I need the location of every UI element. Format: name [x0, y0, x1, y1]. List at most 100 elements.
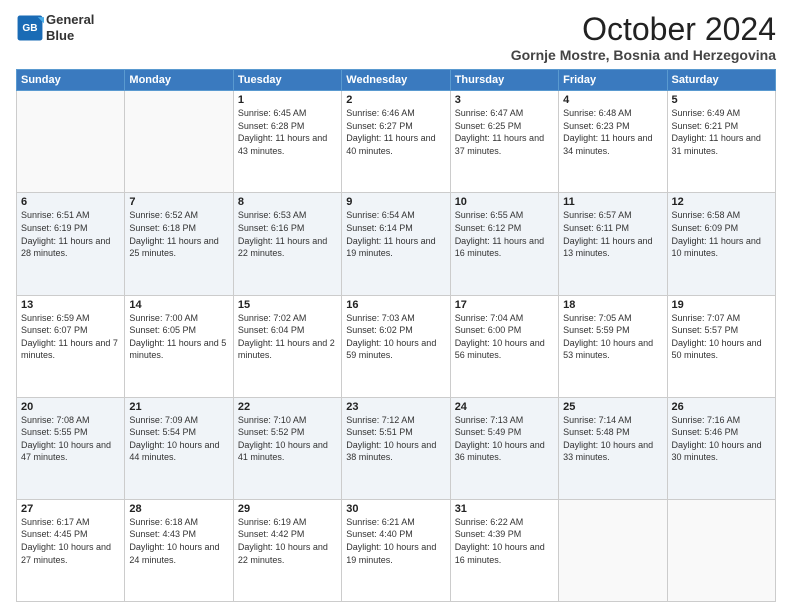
logo-line2: Blue [46, 28, 94, 44]
svg-text:GB: GB [22, 23, 37, 34]
day-number: 18 [563, 299, 662, 311]
calendar-cell: 11Sunrise: 6:57 AM Sunset: 6:11 PM Dayli… [559, 193, 667, 295]
calendar-cell [125, 91, 233, 193]
calendar-cell: 1Sunrise: 6:45 AM Sunset: 6:28 PM Daylig… [233, 91, 341, 193]
cell-info: Sunrise: 7:10 AM Sunset: 5:52 PM Dayligh… [238, 414, 337, 464]
calendar-cell: 26Sunrise: 7:16 AM Sunset: 5:46 PM Dayli… [667, 397, 775, 499]
header-wednesday: Wednesday [342, 70, 450, 91]
calendar-cell: 15Sunrise: 7:02 AM Sunset: 6:04 PM Dayli… [233, 295, 341, 397]
logo-icon: GB [16, 14, 44, 42]
cell-info: Sunrise: 7:12 AM Sunset: 5:51 PM Dayligh… [346, 414, 445, 464]
calendar-table: Sunday Monday Tuesday Wednesday Thursday… [16, 69, 776, 602]
cell-info: Sunrise: 6:18 AM Sunset: 4:43 PM Dayligh… [129, 516, 228, 566]
cell-info: Sunrise: 7:04 AM Sunset: 6:00 PM Dayligh… [455, 312, 554, 362]
header-sunday: Sunday [17, 70, 125, 91]
calendar-cell: 27Sunrise: 6:17 AM Sunset: 4:45 PM Dayli… [17, 499, 125, 601]
calendar-cell: 19Sunrise: 7:07 AM Sunset: 5:57 PM Dayli… [667, 295, 775, 397]
calendar-cell: 3Sunrise: 6:47 AM Sunset: 6:25 PM Daylig… [450, 91, 558, 193]
cell-info: Sunrise: 7:07 AM Sunset: 5:57 PM Dayligh… [672, 312, 771, 362]
cell-info: Sunrise: 6:59 AM Sunset: 6:07 PM Dayligh… [21, 312, 120, 362]
calendar-week-1: 1Sunrise: 6:45 AM Sunset: 6:28 PM Daylig… [17, 91, 776, 193]
calendar-cell: 23Sunrise: 7:12 AM Sunset: 5:51 PM Dayli… [342, 397, 450, 499]
cell-info: Sunrise: 6:46 AM Sunset: 6:27 PM Dayligh… [346, 107, 445, 157]
header-thursday: Thursday [450, 70, 558, 91]
cell-info: Sunrise: 6:47 AM Sunset: 6:25 PM Dayligh… [455, 107, 554, 157]
cell-info: Sunrise: 6:58 AM Sunset: 6:09 PM Dayligh… [672, 209, 771, 259]
cell-info: Sunrise: 6:45 AM Sunset: 6:28 PM Dayligh… [238, 107, 337, 157]
day-number: 9 [346, 196, 445, 208]
day-number: 6 [21, 196, 120, 208]
day-number: 4 [563, 94, 662, 106]
calendar-cell: 31Sunrise: 6:22 AM Sunset: 4:39 PM Dayli… [450, 499, 558, 601]
cell-info: Sunrise: 7:02 AM Sunset: 6:04 PM Dayligh… [238, 312, 337, 362]
day-number: 21 [129, 401, 228, 413]
cell-info: Sunrise: 7:13 AM Sunset: 5:49 PM Dayligh… [455, 414, 554, 464]
calendar-cell: 9Sunrise: 6:54 AM Sunset: 6:14 PM Daylig… [342, 193, 450, 295]
calendar-cell: 13Sunrise: 6:59 AM Sunset: 6:07 PM Dayli… [17, 295, 125, 397]
cell-info: Sunrise: 6:48 AM Sunset: 6:23 PM Dayligh… [563, 107, 662, 157]
location-subtitle: Gornje Mostre, Bosnia and Herzegovina [511, 47, 776, 63]
day-number: 20 [21, 401, 120, 413]
calendar-cell: 30Sunrise: 6:21 AM Sunset: 4:40 PM Dayli… [342, 499, 450, 601]
cell-info: Sunrise: 7:09 AM Sunset: 5:54 PM Dayligh… [129, 414, 228, 464]
calendar-cell: 28Sunrise: 6:18 AM Sunset: 4:43 PM Dayli… [125, 499, 233, 601]
calendar-cell [17, 91, 125, 193]
day-number: 19 [672, 299, 771, 311]
day-number: 14 [129, 299, 228, 311]
day-number: 10 [455, 196, 554, 208]
calendar-cell: 24Sunrise: 7:13 AM Sunset: 5:49 PM Dayli… [450, 397, 558, 499]
calendar-week-3: 13Sunrise: 6:59 AM Sunset: 6:07 PM Dayli… [17, 295, 776, 397]
header-monday: Monday [125, 70, 233, 91]
calendar-cell: 8Sunrise: 6:53 AM Sunset: 6:16 PM Daylig… [233, 193, 341, 295]
day-number: 7 [129, 196, 228, 208]
day-number: 28 [129, 503, 228, 515]
header-tuesday: Tuesday [233, 70, 341, 91]
page: GB General Blue October 2024 Gornje Most… [0, 0, 792, 612]
day-number: 17 [455, 299, 554, 311]
day-number: 13 [21, 299, 120, 311]
calendar-cell: 21Sunrise: 7:09 AM Sunset: 5:54 PM Dayli… [125, 397, 233, 499]
calendar-cell: 20Sunrise: 7:08 AM Sunset: 5:55 PM Dayli… [17, 397, 125, 499]
cell-info: Sunrise: 7:08 AM Sunset: 5:55 PM Dayligh… [21, 414, 120, 464]
calendar-cell: 16Sunrise: 7:03 AM Sunset: 6:02 PM Dayli… [342, 295, 450, 397]
cell-info: Sunrise: 7:00 AM Sunset: 6:05 PM Dayligh… [129, 312, 228, 362]
calendar-cell: 14Sunrise: 7:00 AM Sunset: 6:05 PM Dayli… [125, 295, 233, 397]
cell-info: Sunrise: 6:19 AM Sunset: 4:42 PM Dayligh… [238, 516, 337, 566]
calendar-cell: 2Sunrise: 6:46 AM Sunset: 6:27 PM Daylig… [342, 91, 450, 193]
weekday-header-row: Sunday Monday Tuesday Wednesday Thursday… [17, 70, 776, 91]
cell-info: Sunrise: 7:14 AM Sunset: 5:48 PM Dayligh… [563, 414, 662, 464]
calendar-cell: 6Sunrise: 6:51 AM Sunset: 6:19 PM Daylig… [17, 193, 125, 295]
day-number: 26 [672, 401, 771, 413]
calendar-cell: 5Sunrise: 6:49 AM Sunset: 6:21 PM Daylig… [667, 91, 775, 193]
day-number: 1 [238, 94, 337, 106]
calendar-week-5: 27Sunrise: 6:17 AM Sunset: 4:45 PM Dayli… [17, 499, 776, 601]
header-saturday: Saturday [667, 70, 775, 91]
day-number: 11 [563, 196, 662, 208]
month-title: October 2024 [511, 12, 776, 47]
day-number: 2 [346, 94, 445, 106]
cell-info: Sunrise: 6:55 AM Sunset: 6:12 PM Dayligh… [455, 209, 554, 259]
cell-info: Sunrise: 6:51 AM Sunset: 6:19 PM Dayligh… [21, 209, 120, 259]
cell-info: Sunrise: 6:21 AM Sunset: 4:40 PM Dayligh… [346, 516, 445, 566]
cell-info: Sunrise: 6:53 AM Sunset: 6:16 PM Dayligh… [238, 209, 337, 259]
day-number: 29 [238, 503, 337, 515]
day-number: 12 [672, 196, 771, 208]
calendar-week-2: 6Sunrise: 6:51 AM Sunset: 6:19 PM Daylig… [17, 193, 776, 295]
logo: GB General Blue [16, 12, 94, 43]
calendar-cell: 25Sunrise: 7:14 AM Sunset: 5:48 PM Dayli… [559, 397, 667, 499]
logo-line1: General [46, 12, 94, 28]
day-number: 23 [346, 401, 445, 413]
cell-info: Sunrise: 7:03 AM Sunset: 6:02 PM Dayligh… [346, 312, 445, 362]
cell-info: Sunrise: 7:16 AM Sunset: 5:46 PM Dayligh… [672, 414, 771, 464]
cell-info: Sunrise: 6:22 AM Sunset: 4:39 PM Dayligh… [455, 516, 554, 566]
day-number: 31 [455, 503, 554, 515]
calendar-cell: 7Sunrise: 6:52 AM Sunset: 6:18 PM Daylig… [125, 193, 233, 295]
calendar-cell: 12Sunrise: 6:58 AM Sunset: 6:09 PM Dayli… [667, 193, 775, 295]
header: GB General Blue October 2024 Gornje Most… [16, 12, 776, 63]
day-number: 16 [346, 299, 445, 311]
cell-info: Sunrise: 6:49 AM Sunset: 6:21 PM Dayligh… [672, 107, 771, 157]
calendar-cell: 17Sunrise: 7:04 AM Sunset: 6:00 PM Dayli… [450, 295, 558, 397]
calendar-cell: 18Sunrise: 7:05 AM Sunset: 5:59 PM Dayli… [559, 295, 667, 397]
cell-info: Sunrise: 6:17 AM Sunset: 4:45 PM Dayligh… [21, 516, 120, 566]
cell-info: Sunrise: 6:57 AM Sunset: 6:11 PM Dayligh… [563, 209, 662, 259]
